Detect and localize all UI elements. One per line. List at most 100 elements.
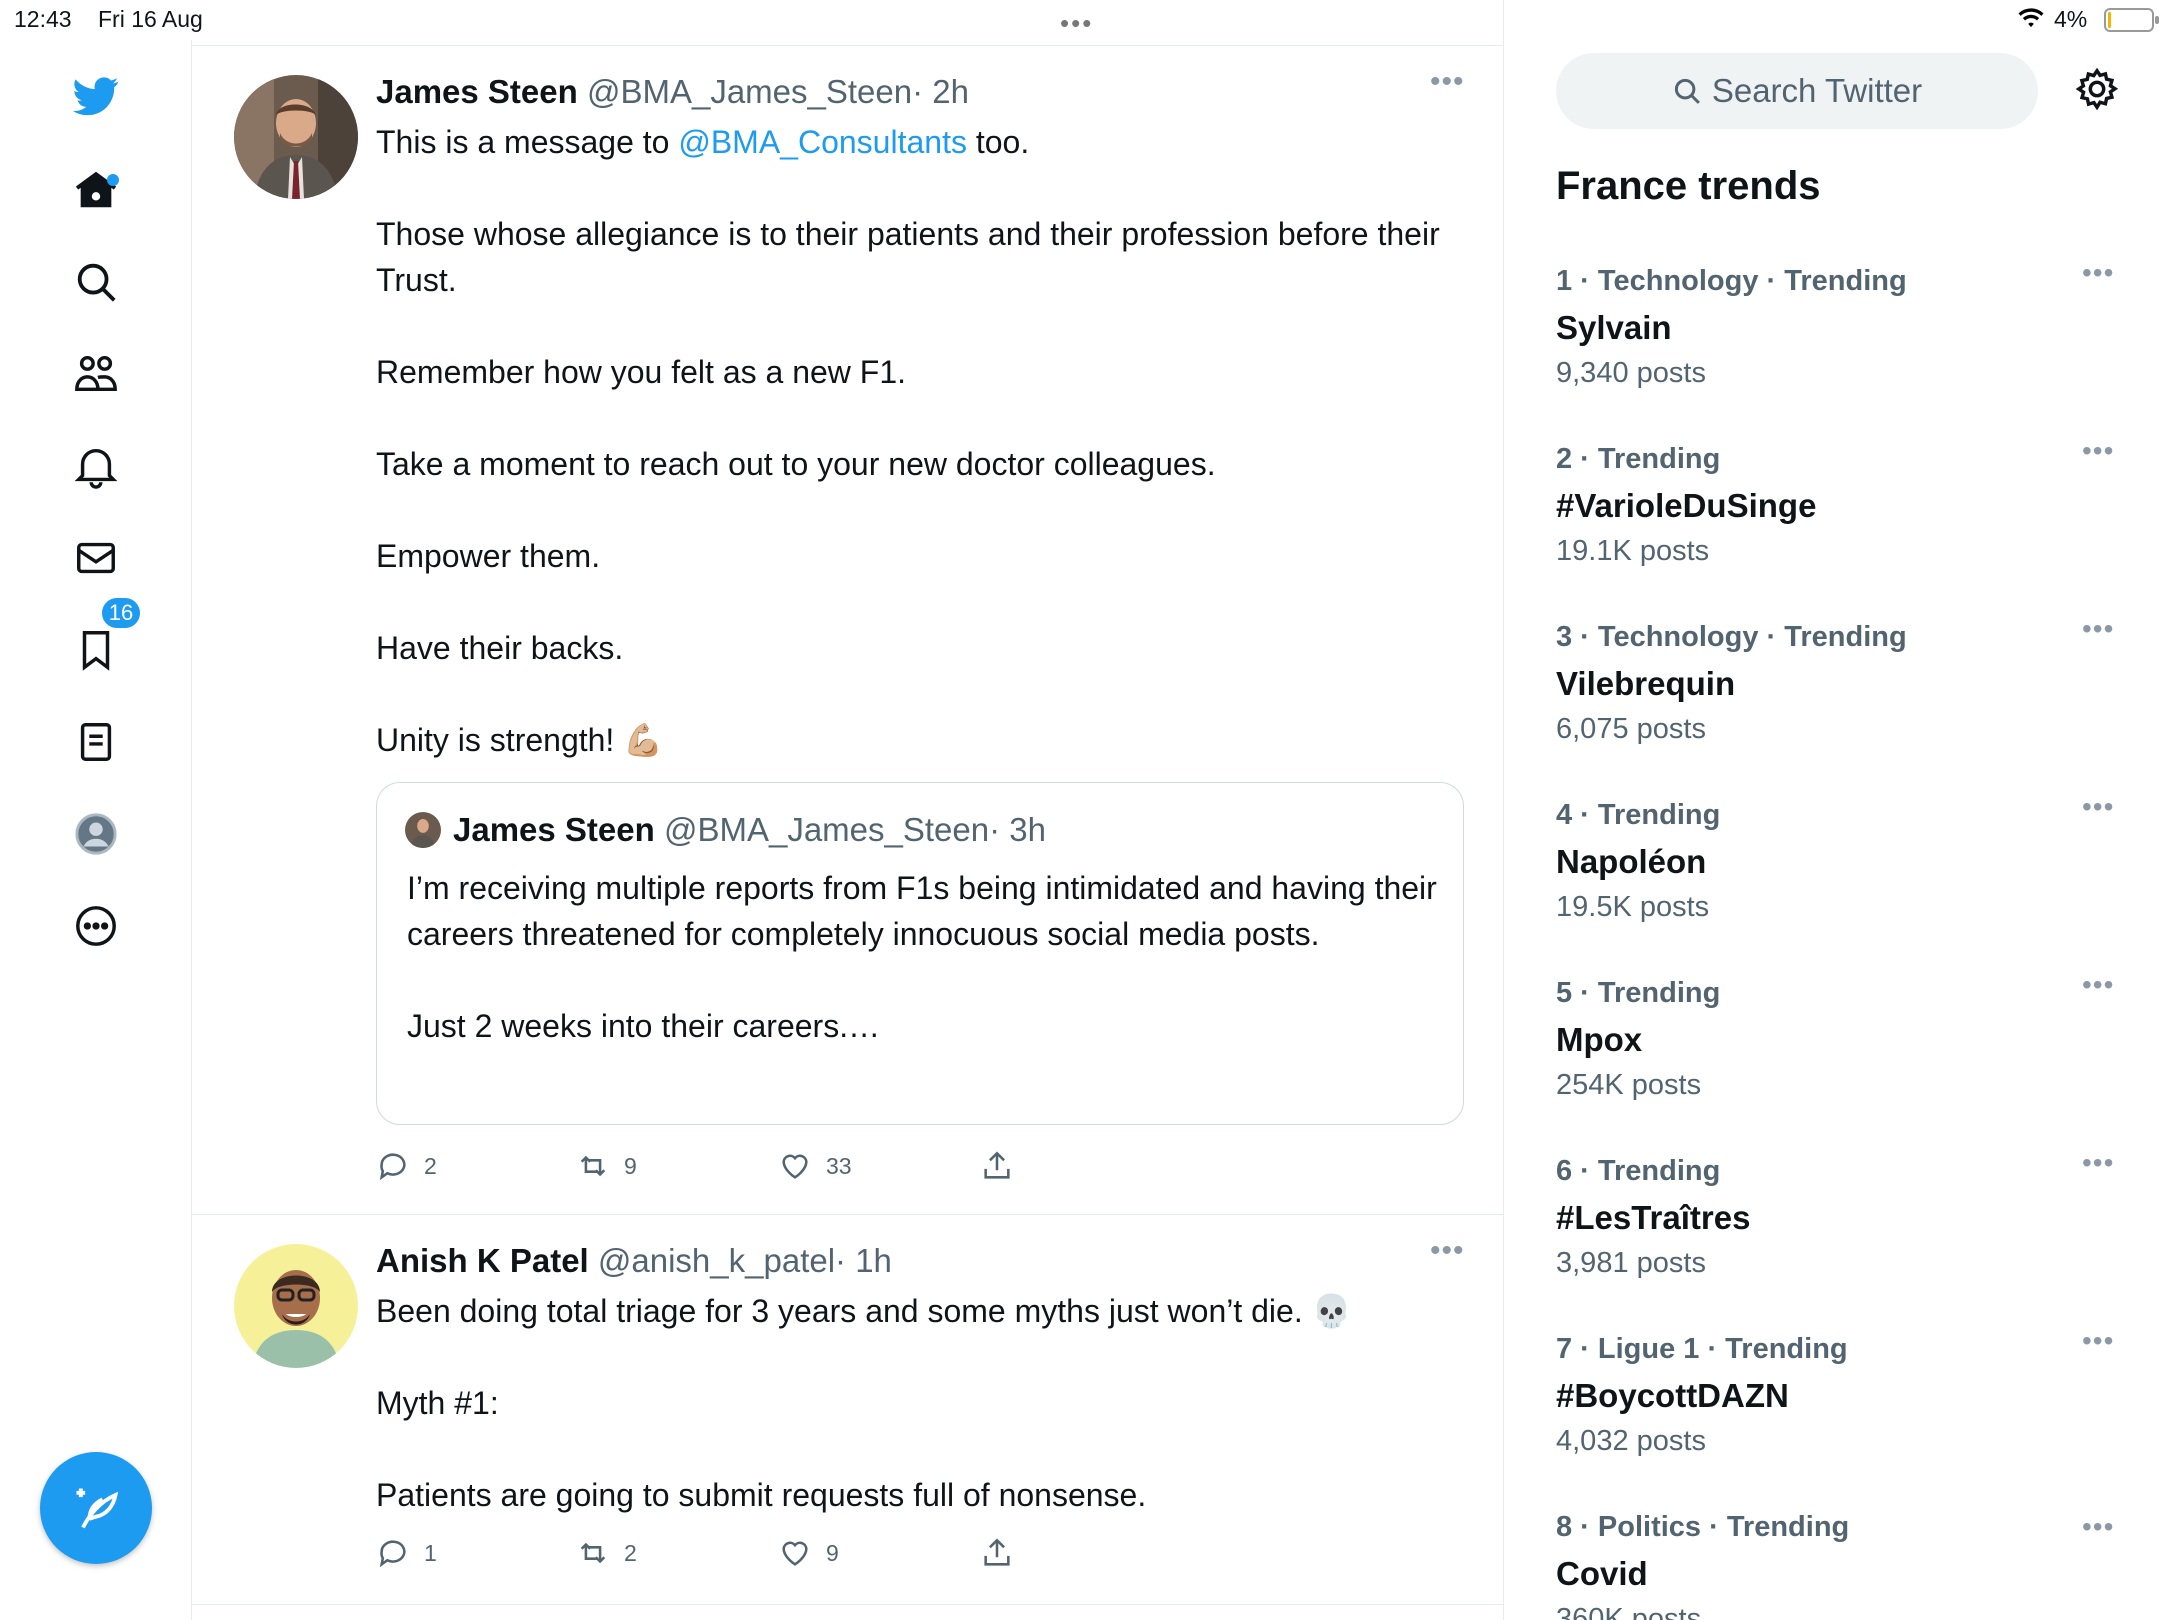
settings-gear-icon[interactable] (2074, 66, 2120, 112)
communities-icon[interactable] (68, 346, 124, 402)
timeline: James Steen @BMA_James_Steen· 2h ••• Thi… (192, 0, 1504, 1620)
retweet-button[interactable]: 2 (576, 1536, 637, 1570)
explore-search-icon[interactable] (68, 254, 124, 310)
avatar[interactable] (234, 1244, 358, 1368)
tweet-actions: 1 2 9 (376, 1536, 1076, 1576)
trend-name: #BoycottDAZN (1556, 1377, 1789, 1414)
lists-icon[interactable] (68, 714, 124, 770)
trend-more-icon[interactable]: ••• (2082, 1147, 2114, 1179)
reply-button[interactable]: 1 (376, 1536, 437, 1570)
notifications-bell-icon[interactable] (68, 438, 124, 494)
search-placeholder: Search Twitter (1711, 72, 1923, 109)
tweet-paragraph: Myth #1: (376, 1385, 499, 1421)
quoted-avatar (405, 812, 441, 848)
trend-meta: 2 · Trending (1556, 443, 1721, 475)
author-name[interactable]: Anish K Patel (376, 1242, 589, 1279)
reply-button[interactable]: 2 (376, 1149, 437, 1183)
status-date: Fri 16 Aug (98, 6, 203, 32)
tweet-more-icon[interactable]: ••• (1430, 65, 1465, 99)
tweet-header: Anish K Patel @anish_k_patel· 1h (376, 1242, 892, 1280)
bookmarks-icon[interactable] (68, 622, 124, 678)
trend-count: 3,981 posts (1556, 1247, 1706, 1279)
quoted-tweet-header: James Steen @BMA_James_Steen · 3h (405, 811, 1046, 849)
share-icon (984, 1538, 1010, 1566)
heart-icon (782, 1541, 808, 1566)
tweet-text-suffix: too. (966, 124, 1030, 160)
trend-item[interactable]: 6 · Trending #LesTraîtres 3,981 posts ••… (1556, 1147, 2126, 1325)
trend-name: #LesTraîtres (1556, 1199, 1751, 1236)
trend-name: Napoléon (1556, 843, 1707, 880)
trend-item[interactable]: 8 · Politics · Trending Covid 360K posts… (1556, 1511, 2126, 1620)
profile-avatar-icon[interactable] (68, 806, 124, 862)
trend-count: 19.1K posts (1556, 535, 1710, 567)
quoted-tweet[interactable]: James Steen @BMA_James_Steen · 3h I’m rec… (376, 782, 1464, 1125)
twitter-logo-icon[interactable] (68, 68, 124, 124)
avatar[interactable] (234, 75, 358, 199)
home-icon[interactable] (68, 162, 124, 218)
messages-mail-icon[interactable] (68, 530, 124, 586)
quoted-paragraph: Just 2 weeks into their careers.… (407, 1008, 881, 1044)
tweet-paragraph: Take a moment to reach out to your new d… (376, 446, 1216, 482)
search-input[interactable]: Search Twitter (1556, 53, 2038, 129)
trend-name: #VarioleDuSinge (1556, 487, 1817, 524)
like-button[interactable]: 9 (778, 1536, 839, 1570)
author-handle[interactable]: @anish_k_patel (598, 1242, 835, 1279)
more-options-icon[interactable] (68, 898, 124, 954)
share-icon (984, 1151, 1010, 1179)
mention-link[interactable]: @BMA_Consultants (678, 124, 967, 160)
tweet-paragraph: Remember how you felt as a new F1. (376, 354, 907, 390)
trend-meta: 3 · Technology · Trending (1556, 621, 1907, 653)
author-handle[interactable]: @BMA_James_Steen (587, 73, 912, 110)
trend-item[interactable]: 3 · Technology · Trending Vilebrequin 6,… (1556, 613, 2126, 791)
trend-item[interactable]: 5 · Trending Mpox 254K posts ••• (1556, 969, 2126, 1147)
tweet-text: Been doing total triage for 3 years and … (376, 1288, 1456, 1518)
share-button[interactable] (980, 1536, 1028, 1570)
trend-name: Sylvain (1556, 309, 1672, 346)
trend-more-icon[interactable]: ••• (2082, 969, 2114, 1001)
trend-item[interactable]: 7 · Ligue 1 · Trending #BoycottDAZN 4,03… (1556, 1325, 2126, 1503)
trend-meta: 4 · Trending (1556, 799, 1721, 831)
trend-meta: 1 · Technology · Trending (1556, 265, 1907, 297)
trend-more-icon[interactable]: ••• (2082, 257, 2114, 289)
trend-meta: 5 · Trending (1556, 977, 1721, 1009)
tweet-divider (192, 1604, 1504, 1605)
trend-count: 360K posts (1556, 1603, 1702, 1620)
tweet-actions: 2 9 33 (376, 1149, 1076, 1189)
trend-more-icon[interactable]: ••• (2082, 435, 2114, 467)
reply-count: 2 (424, 1152, 437, 1179)
compose-tweet-button[interactable] (40, 1452, 152, 1564)
heart-icon (782, 1154, 808, 1179)
tweet-more-icon[interactable]: ••• (1430, 1234, 1465, 1268)
trend-item[interactable]: 1 · Technology · Trending Sylvain 9,340 … (1556, 257, 2126, 435)
trend-count: 9,340 posts (1556, 357, 1706, 389)
trend-more-icon[interactable]: ••• (2082, 791, 2114, 823)
trend-more-icon[interactable]: ••• (2082, 1325, 2114, 1357)
trend-item[interactable]: 2 · Trending #VarioleDuSinge 19.1K posts… (1556, 435, 2126, 613)
quoted-author-name: James Steen (453, 811, 655, 848)
share-button[interactable] (980, 1149, 1028, 1183)
like-count: 33 (826, 1152, 852, 1179)
tweet-time[interactable]: · 2h (912, 73, 969, 110)
trend-item[interactable]: 4 · Trending Napoléon 19.5K posts ••• (1556, 791, 2126, 969)
quoted-tweet-time: · 3h (989, 811, 1046, 848)
author-name[interactable]: James Steen (376, 73, 578, 110)
trend-name: Covid (1556, 1555, 1648, 1592)
tweet-paragraph: Patients are going to submit requests fu… (376, 1477, 1147, 1513)
tweet-time[interactable]: · 1h (835, 1242, 892, 1279)
retweet-count: 2 (624, 1539, 637, 1566)
tweet-paragraph: Unity is strength! 💪🏼 (376, 722, 664, 758)
retweet-button[interactable]: 9 (576, 1149, 637, 1183)
like-button[interactable]: 33 (778, 1149, 852, 1183)
search-icon (1674, 78, 1700, 104)
reply-icon (379, 1540, 406, 1568)
tweet-text-prefix: This is a message to (376, 124, 679, 160)
retweet-count: 9 (624, 1152, 637, 1179)
trend-count: 19.5K posts (1556, 891, 1710, 923)
quoted-paragraph: I’m receiving multiple reports from F1s … (407, 870, 1437, 952)
trend-count: 6,075 posts (1556, 713, 1706, 745)
trend-meta: 7 · Ligue 1 · Trending (1556, 1333, 1848, 1365)
trend-more-icon[interactable]: ••• (2082, 1511, 2114, 1543)
tweet-paragraph: Those whose allegiance is to their patie… (376, 216, 1440, 298)
trend-more-icon[interactable]: ••• (2082, 613, 2114, 645)
trend-count: 254K posts (1556, 1069, 1702, 1101)
